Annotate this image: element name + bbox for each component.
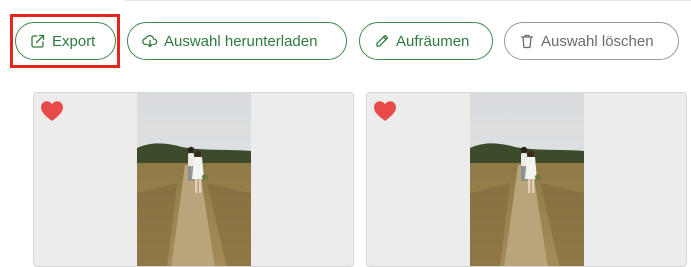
top-divider: [125, 0, 691, 1]
download-selection-button-label: Auswahl herunterladen: [164, 32, 318, 50]
heart-icon[interactable]: [373, 100, 397, 122]
download-selection-button[interactable]: Auswahl herunterladen: [127, 22, 347, 60]
gallery-item[interactable]: [33, 92, 354, 267]
export-button-highlight: [10, 14, 120, 68]
gallery-item[interactable]: [366, 92, 687, 267]
delete-selection-button-label: Auswahl löschen: [541, 32, 654, 50]
heart-icon[interactable]: [40, 100, 64, 122]
cloud-download-icon: [142, 33, 158, 49]
clean-up-button-label: Aufräumen: [396, 32, 470, 50]
trash-icon: [519, 33, 535, 49]
clean-up-button[interactable]: Aufräumen: [359, 22, 493, 60]
photo-thumbnail: [137, 93, 251, 266]
pencil-icon: [374, 33, 390, 49]
photo-thumbnail: [470, 93, 584, 266]
delete-selection-button[interactable]: Auswahl löschen: [504, 22, 679, 60]
